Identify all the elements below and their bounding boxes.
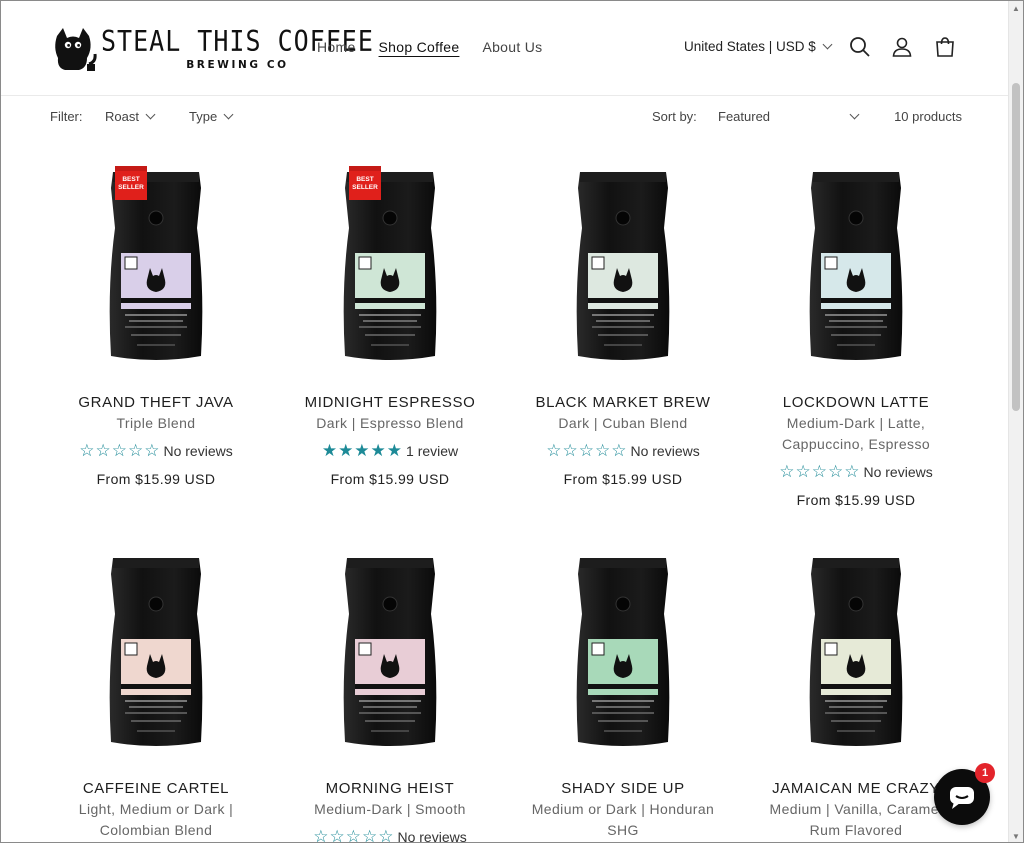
nav-shop-coffee[interactable]: Shop Coffee — [379, 39, 460, 55]
product-image[interactable] — [284, 554, 496, 754]
star-rating-icon: ☆☆☆☆☆ — [79, 441, 161, 460]
review-count: No reviews — [630, 443, 700, 459]
product-subtitle: Dark | Cuban Blend — [558, 415, 688, 431]
product-title[interactable]: CAFFEINE CARTEL — [50, 779, 262, 799]
product-price: From $15.99 USD — [796, 492, 916, 508]
product-title[interactable]: GRAND THEFT JAVA — [50, 393, 262, 413]
product-title[interactable]: JAMAICAN ME CRAZY — [750, 779, 962, 799]
product-subtitle-2: SHG — [607, 822, 639, 838]
chevron-down-icon — [145, 109, 156, 120]
cart-icon[interactable] — [933, 35, 957, 59]
coffee-bag-image — [343, 558, 437, 746]
product-subtitle: Medium or Dark | Honduran — [531, 801, 715, 817]
scroll-down-icon[interactable]: ▼ — [1012, 832, 1020, 841]
star-rating-icon: ★★★★★ — [321, 441, 404, 460]
product-card[interactable]: SHADY SIDE UP Medium or Dark | Honduran SH… — [517, 554, 729, 841]
scrollbar[interactable]: ▲ ▼ — [1008, 1, 1023, 842]
product-subtitle: Medium-Dark | Smooth — [314, 801, 466, 817]
product-rating: ☆☆☆☆☆ No reviews — [284, 827, 496, 843]
review-count: 1 review — [406, 443, 459, 459]
coffee-bag-image — [576, 558, 670, 746]
coffee-bag-image — [809, 558, 903, 746]
star-rating-icon: ☆☆☆☆☆ — [779, 462, 861, 481]
chat-unread-badge: 1 — [975, 763, 995, 783]
product-card[interactable]: CAFFEINE CARTEL Light, Medium or Dark | Co… — [50, 554, 262, 841]
product-subtitle: Medium-Dark | Latte, — [786, 415, 926, 431]
product-price: From $15.99 USD — [563, 471, 683, 487]
country-currency-selector[interactable]: United States | USD $ — [684, 39, 833, 54]
sort-dropdown[interactable]: Featured — [718, 109, 860, 124]
review-count: No reviews — [163, 443, 233, 459]
product-subtitle: Medium | Vanilla, Caramel — [769, 801, 943, 817]
scroll-up-icon[interactable]: ▲ — [1012, 4, 1020, 13]
product-subtitle-2: Rum Flavored — [809, 822, 903, 838]
nav-home[interactable]: Home — [317, 39, 356, 55]
review-count: No reviews — [397, 829, 467, 843]
product-subtitle-2: Cappuccino, Espresso — [781, 436, 931, 452]
product-image[interactable] — [750, 554, 962, 754]
filter-label: Filter: — [50, 109, 83, 124]
product-title[interactable]: MORNING HEIST — [284, 779, 496, 799]
product-image[interactable] — [517, 168, 729, 368]
brand-subtitle: BREWING CO — [186, 59, 289, 72]
chevron-down-icon — [822, 39, 833, 50]
product-card[interactable]: BLACK MARKET BREW Dark | Cuban Blend ☆☆☆☆… — [517, 168, 729, 489]
review-count: No reviews — [863, 464, 933, 480]
filter-roast-label: Roast — [105, 109, 139, 124]
product-title[interactable]: MIDNIGHT ESPRESSO — [284, 393, 496, 413]
product-image[interactable] — [750, 168, 962, 368]
filter-type-label: Type — [189, 109, 218, 124]
cat-logo-icon — [55, 28, 97, 71]
product-title[interactable]: LOCKDOWN LATTE — [750, 393, 962, 413]
coffee-bag-image — [809, 172, 903, 360]
account-icon[interactable] — [890, 35, 914, 59]
product-card[interactable]: BEST SELLER GRAND THEFT JAVA Triple Blend ☆… — [50, 166, 262, 489]
product-rating: ☆☆☆☆☆ No reviews — [50, 441, 262, 461]
filter-type-dropdown[interactable]: Type — [189, 109, 234, 124]
star-rating-icon: ☆☆☆☆☆ — [546, 441, 628, 460]
filter-roast-dropdown[interactable]: Roast — [105, 109, 156, 124]
locale-label: United States | USD $ — [684, 39, 816, 54]
product-image[interactable]: BEST SELLER — [50, 166, 262, 368]
best-seller-badge: BEST SELLER — [349, 166, 381, 200]
product-card[interactable]: BEST SELLER MIDNIGHT ESPRESSO Dark | Espres… — [284, 166, 496, 489]
product-image[interactable] — [517, 554, 729, 754]
product-image[interactable]: BEST SELLER — [284, 166, 496, 368]
product-price: From $15.99 USD — [330, 471, 450, 487]
product-rating: ☆☆☆☆☆ No reviews — [750, 462, 962, 482]
coffee-bag-image — [576, 172, 670, 360]
product-card[interactable]: LOCKDOWN LATTE Medium-Dark | Latte, Cappuc… — [750, 168, 962, 510]
product-rating: ☆☆☆☆☆ No reviews — [517, 441, 729, 461]
scrollbar-thumb[interactable] — [1012, 83, 1020, 411]
product-subtitle: Light, Medium or Dark | — [78, 801, 234, 817]
nav-about-us[interactable]: About Us — [482, 39, 542, 55]
product-card[interactable]: MORNING HEIST Medium-Dark | Smooth ☆☆☆☆☆ … — [284, 554, 496, 843]
product-subtitle: Triple Blend — [116, 415, 196, 431]
sort-value: Featured — [718, 109, 771, 124]
product-card[interactable]: JAMAICAN ME CRAZY Medium | Vanilla, Caram… — [750, 554, 962, 841]
product-count: 10 products — [894, 109, 962, 124]
product-title[interactable]: BLACK MARKET BREW — [517, 393, 729, 413]
coffee-bag-image — [109, 558, 203, 746]
best-seller-badge: BEST SELLER — [115, 166, 147, 200]
product-title[interactable]: SHADY SIDE UP — [517, 779, 729, 799]
search-icon[interactable] — [848, 35, 872, 59]
main-nav: Home Shop Coffee About Us — [317, 39, 542, 55]
star-rating-icon: ☆☆☆☆☆ — [313, 827, 395, 843]
site-header: STEAL THIS COFFEE BREWING CO Home Shop C… — [1, 1, 1009, 96]
product-subtitle-2: Colombian Blend — [99, 822, 213, 838]
sort-label: Sort by: — [652, 109, 697, 124]
product-image[interactable] — [50, 554, 262, 754]
product-rating: ★★★★★ 1 review — [284, 441, 496, 461]
product-subtitle: Dark | Espresso Blend — [316, 415, 464, 431]
product-price: From $15.99 USD — [96, 471, 216, 487]
filter-bar: Filter: Roast Type Sort by: Featured 10 … — [50, 107, 962, 127]
chevron-down-icon — [223, 109, 234, 120]
chevron-down-icon — [849, 109, 860, 120]
browser-viewport: STEAL THIS COFFEE BREWING CO Home Shop C… — [0, 0, 1024, 843]
